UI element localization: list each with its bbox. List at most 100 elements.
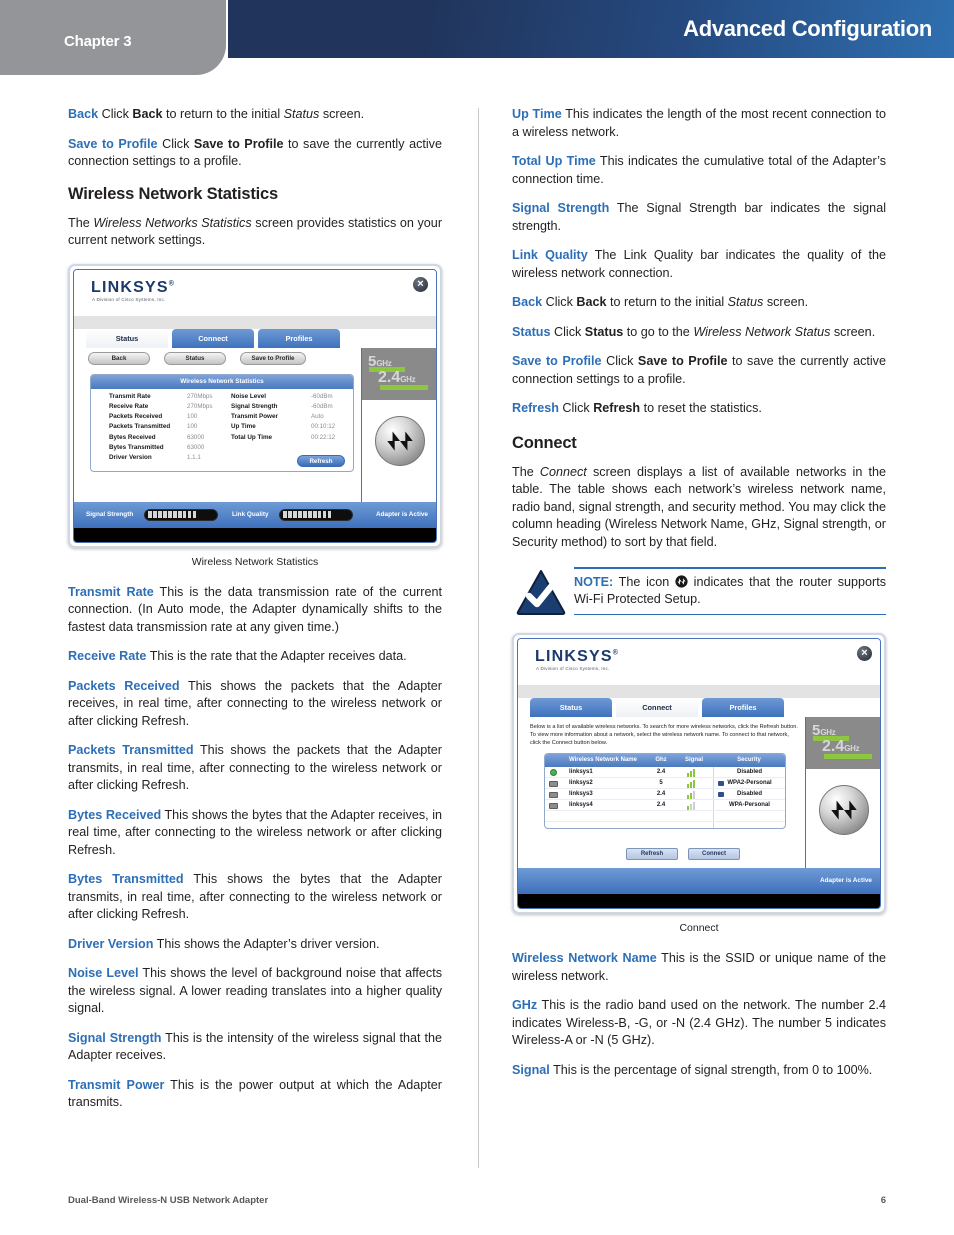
- adapter-status-label: Adapter is Active: [376, 510, 428, 518]
- computer-icon: [549, 803, 558, 809]
- registered-mark: ®: [612, 649, 620, 657]
- text: This indicates the length of the most re…: [512, 107, 886, 139]
- stat-value: -60dBm: [311, 402, 333, 410]
- definition-up-time: Up Time This indicates the length of the…: [512, 106, 886, 141]
- definition-total-up-time: Total Up Time This indicates the cumulat…: [512, 153, 886, 188]
- save-to-profile-button[interactable]: Save to Profile: [240, 351, 306, 365]
- table-row-empty: [545, 822, 785, 828]
- stat-row: Up Time 00:10:12: [231, 423, 353, 433]
- wps-icon: [675, 574, 688, 588]
- text: This is the radio band used on the netwo…: [512, 998, 886, 1047]
- stat-row: Total Up Time 00:22:12: [231, 434, 353, 444]
- text: This is the rate that the Adapter receiv…: [146, 649, 407, 663]
- computer-icon: [549, 792, 558, 798]
- term: Up Time: [512, 107, 562, 121]
- table-header-signal[interactable]: Signal: [675, 754, 713, 767]
- text: This shows the Adapter’s driver version.: [153, 936, 380, 951]
- tab-bar: Status Connect Profiles: [74, 328, 436, 348]
- security-label: Disabled: [736, 791, 762, 797]
- header-banner: Advanced Configuration: [228, 0, 954, 58]
- stat-row: Noise Level -60dBm: [231, 393, 353, 403]
- term: Status: [512, 324, 551, 339]
- network-name-cell: linksys4: [569, 802, 593, 808]
- security-cell: Disabled: [713, 789, 785, 799]
- text: This is the percentage of signal strengt…: [549, 1062, 873, 1077]
- term: Noise Level: [68, 966, 139, 980]
- text-bold: Save to Profile: [637, 354, 728, 368]
- text: screen.: [830, 324, 876, 339]
- page-footer: Dual-Band Wireless-N USB Network Adapter…: [0, 1195, 954, 1215]
- signal-cell: [675, 789, 713, 799]
- text: Click: [157, 136, 194, 151]
- term: Bytes Received: [68, 807, 162, 822]
- text: to return to the initial: [162, 107, 284, 121]
- refresh-button[interactable]: Refresh: [626, 848, 678, 860]
- table-row[interactable]: linksys3 2.4 Disabled: [545, 789, 785, 800]
- brand-subtitle: A Division of Cisco Systems, Inc.: [536, 666, 610, 671]
- tab-status[interactable]: Status: [530, 698, 612, 717]
- tab-profiles[interactable]: Profiles: [702, 698, 784, 717]
- row-status-cell: [545, 789, 565, 799]
- stat-label: Packets Transmitted: [109, 423, 171, 431]
- text: screen.: [763, 295, 809, 309]
- table-header-icon: [545, 754, 565, 767]
- note-label: NOTE:: [574, 574, 614, 589]
- close-icon[interactable]: ×: [857, 646, 872, 661]
- close-icon[interactable]: ×: [413, 276, 428, 292]
- text-bold: Back: [132, 107, 163, 121]
- table-row[interactable]: linksys1 2.4 Disabled: [545, 767, 785, 778]
- security-cell: WPA2-Personal: [713, 778, 785, 788]
- refresh-button[interactable]: Refresh: [297, 454, 345, 467]
- table-row[interactable]: linksys2 5 WPA2-Personal: [545, 778, 785, 789]
- band-5ghz-unit: GHz: [376, 358, 392, 368]
- stat-value: 270Mbps: [187, 392, 213, 400]
- network-name-cell: linksys1: [569, 769, 593, 775]
- wps-button[interactable]: [375, 415, 425, 466]
- figure-caption-status: Wireless Network Statistics: [191, 555, 319, 568]
- stat-value: Auto: [311, 413, 324, 421]
- term: Signal Strength: [68, 1030, 162, 1045]
- text: screen.: [319, 107, 365, 121]
- app-logo-area: LINKSYS® A Division of Cisco Systems, In…: [518, 639, 880, 685]
- connect-button[interactable]: Connect: [688, 848, 740, 860]
- tab-status[interactable]: Status: [86, 328, 168, 348]
- table-row[interactable]: linksys4 2.4 WPA-Personal: [545, 800, 785, 811]
- tab-connect[interactable]: Connect: [616, 698, 698, 717]
- network-name-cell: linksys3: [569, 791, 593, 797]
- ghz-cell: 5: [659, 780, 663, 786]
- term: Back: [512, 295, 543, 309]
- definition-transmit-power: Transmit Power This is the power output …: [68, 1077, 442, 1112]
- definition-packets-received: Packets Received This shows the packets …: [68, 678, 442, 731]
- text-italic: Wireless Network Status: [693, 324, 831, 339]
- wps-button[interactable]: [819, 785, 869, 835]
- figure-caption-connect: Connect: [679, 922, 719, 934]
- stat-row: Driver Version 1.1.1: [109, 454, 224, 464]
- tab-profiles[interactable]: Profiles: [258, 328, 340, 348]
- note-rule-bottom: [574, 613, 886, 615]
- term-save-to-profile: Save to Profile: [68, 136, 158, 151]
- text-bold: Status: [584, 324, 624, 339]
- definition-link-quality: Link Quality The Link Quality bar indica…: [512, 247, 886, 282]
- status-button[interactable]: Status: [164, 351, 226, 365]
- signal-cell: [675, 767, 713, 777]
- table-header-name[interactable]: Wireless Network Name: [565, 754, 647, 767]
- signal-bars-icon: [687, 802, 695, 810]
- signal-strength-label: Signal Strength: [86, 510, 134, 518]
- definition-driver-version: Driver Version This shows the Adapter’s …: [68, 936, 442, 954]
- paragraph-intro: The Wireless Networks Statistics screen …: [68, 215, 442, 250]
- term: Packets Transmitted: [68, 743, 194, 757]
- stat-value: 100: [187, 413, 198, 421]
- term: Refresh: [512, 401, 559, 415]
- back-button[interactable]: Back: [88, 351, 150, 365]
- text-italic: Wireless Networks Statistics: [93, 215, 252, 230]
- stat-value: 270Mbps: [187, 402, 213, 410]
- app-window-connect: LINKSYS® A Division of Cisco Systems, In…: [517, 638, 881, 909]
- stat-value: 1.1.1: [187, 454, 201, 462]
- text-bold: Refresh: [593, 401, 641, 415]
- tab-connect[interactable]: Connect: [172, 328, 254, 348]
- ghz-cell: 2.4: [656, 769, 666, 775]
- table-header-security[interactable]: Security: [713, 754, 785, 767]
- toolbar-strip: [518, 685, 880, 698]
- chapter-label: Chapter 3: [64, 33, 132, 50]
- table-header-ghz[interactable]: Ghz: [647, 754, 675, 767]
